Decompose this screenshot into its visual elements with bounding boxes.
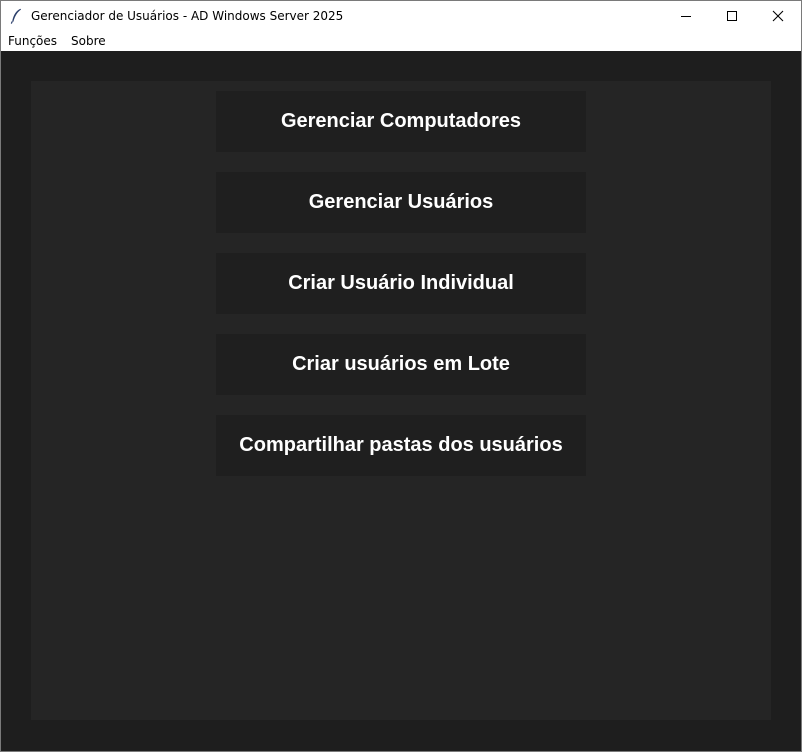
manage-users-button[interactable]: Gerenciar Usuários [216, 172, 586, 233]
maximize-button[interactable] [709, 1, 755, 31]
maximize-icon [727, 11, 737, 21]
feather-icon [1, 1, 31, 31]
menu-bar: Funções Sobre [1, 31, 801, 51]
menu-funcoes[interactable]: Funções [1, 31, 64, 51]
window-controls [663, 1, 801, 31]
minimize-button[interactable] [663, 1, 709, 31]
app-window: Gerenciador de Usuários - AD Windows Ser… [0, 0, 802, 752]
window-title: Gerenciador de Usuários - AD Windows Ser… [31, 9, 344, 23]
main-panel: Gerenciar Computadores Gerenciar Usuário… [31, 81, 771, 720]
create-individual-user-button[interactable]: Criar Usuário Individual [216, 253, 586, 314]
menu-sobre[interactable]: Sobre [64, 31, 113, 51]
manage-computers-button[interactable]: Gerenciar Computadores [216, 91, 586, 152]
content-area: Gerenciar Computadores Gerenciar Usuário… [1, 51, 801, 751]
close-icon [772, 10, 784, 22]
title-bar[interactable]: Gerenciador de Usuários - AD Windows Ser… [1, 1, 801, 31]
create-batch-users-button[interactable]: Criar usuários em Lote [216, 334, 586, 395]
minimize-icon [681, 16, 691, 17]
share-user-folders-button[interactable]: Compartilhar pastas dos usuários [216, 415, 586, 476]
close-button[interactable] [755, 1, 801, 31]
